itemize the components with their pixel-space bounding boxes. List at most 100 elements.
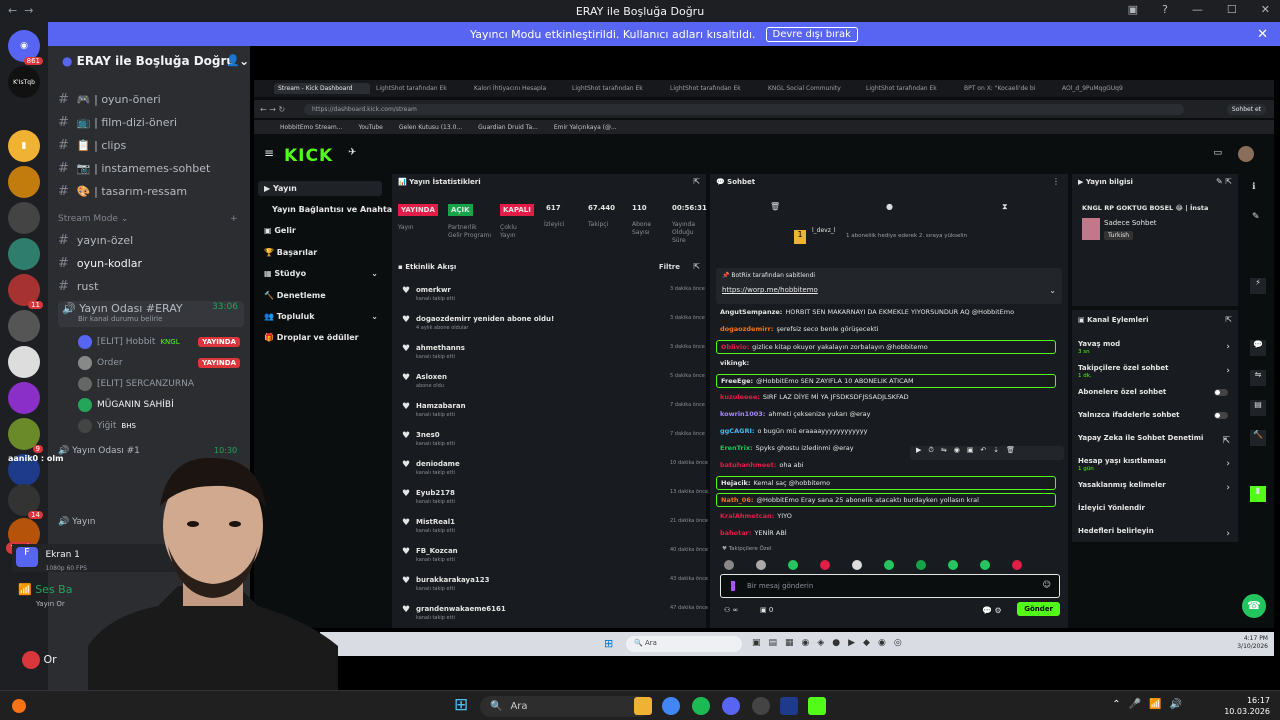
sliders-icon[interactable]: ⇋ [1250, 370, 1266, 386]
toggle-switch[interactable] [1214, 412, 1228, 419]
emote[interactable] [820, 560, 830, 570]
voice-user[interactable]: MÜGANIN SAHİBİ [78, 398, 174, 412]
bookmark[interactable]: HobbitEmo Stream... [280, 124, 342, 131]
user-panel[interactable]: Or [22, 651, 57, 669]
add-member-icon[interactable]: 👤 [226, 54, 240, 67]
channel-clips[interactable]: # 📋 | clips [58, 138, 126, 153]
nav-topluluk[interactable]: 👥 Topluluk ⌄ [264, 312, 378, 321]
nav-stream-key[interactable]: Yayın Bağlantısı ve Anahtarı [272, 205, 399, 214]
app-icon[interactable] [780, 697, 798, 715]
chat-username[interactable]: batuhanhmeet: [720, 461, 776, 469]
chat-icon[interactable]: ● [886, 202, 893, 211]
external-icon[interactable]: ⇱ [1222, 436, 1230, 446]
voice-user[interactable]: [ELIT] Hobbit KNGL YAYINDA [78, 335, 250, 349]
channel-rust[interactable]: # rust [58, 279, 98, 294]
popout-icon[interactable]: ⇱ [693, 177, 700, 186]
help-icon[interactable]: ? [1162, 3, 1168, 16]
filter-button[interactable]: Filtre [659, 263, 680, 271]
weather-icon[interactable] [12, 699, 26, 713]
server-icon[interactable]: 14 [8, 484, 43, 519]
browser-tab[interactable]: AOl_d_9PuMqgGUq9 [1058, 83, 1154, 94]
server-kick[interactable]: K'IsTqb [8, 66, 40, 98]
discord-icon[interactable] [722, 697, 740, 715]
chat-message[interactable]: ggCAGRI: o bugün mü eraaaayyyyyyyyyyyy [716, 425, 1056, 437]
server-icon[interactable] [8, 382, 40, 414]
chat-message[interactable]: AngutSempanze: HORBIT SEN MAKARNAYI DA EK… [716, 306, 1056, 318]
voice-connected-panel[interactable]: 📶 Ses Ba Yayın Or [18, 583, 72, 609]
voice-user[interactable]: [ELIT] SERCANZURNA [78, 377, 194, 391]
timer-icon[interactable]: ⧗ [1002, 202, 1008, 212]
guild-name[interactable]: ● ERAY ile Boşluğa Doğru ⌄ [62, 54, 249, 68]
chat-message[interactable]: Nath_06: @HobbitEmo Eray sana 25 abonelik… [716, 493, 1056, 507]
support-icon[interactable]: ☎ [1242, 594, 1266, 618]
toggle-switch[interactable] [1214, 389, 1228, 396]
channel-yayin-ozel[interactable]: # yayın-özel [58, 233, 133, 248]
emote[interactable] [916, 560, 926, 570]
stream-mode-category[interactable]: Stream Mode ⌄ + [58, 214, 238, 224]
channel-action[interactable]: Hesap yaşı kısıtlaması [1078, 457, 1166, 465]
channel-action[interactable]: Yalnızca ifadelerle sohbet [1078, 411, 1180, 419]
plus-icon[interactable]: + [230, 214, 238, 224]
chat-message[interactable]: Oblivio: gizlice kitap okuyor yakalayın z… [716, 340, 1056, 354]
hammer-icon[interactable]: 🔨 [1250, 430, 1266, 446]
voice-user[interactable]: Yiğit BHS [78, 419, 136, 433]
kick-app-icon[interactable] [808, 697, 826, 715]
chat-message[interactable]: Hejacik: Kemal saç @hobbitemo [716, 476, 1056, 490]
taskbar-search[interactable]: 🔍 Ara [480, 696, 650, 717]
chat-message[interactable]: bahotar: YENİR ABİ [716, 527, 1056, 539]
emote[interactable] [852, 560, 862, 570]
browser-tab[interactable]: LightShot tarafından Ek [568, 83, 664, 94]
browser-tab[interactable]: LightShot tarafından Ek [666, 83, 762, 94]
server-icon[interactable] [8, 346, 40, 378]
nav-basarilar[interactable]: 🏆 Başarılar [264, 248, 317, 257]
chat-username[interactable]: Nath_06: [721, 496, 753, 504]
popout-icon[interactable]: ⇱ [1225, 315, 1232, 324]
channel-action[interactable]: İzleyici Yönlendir [1078, 504, 1145, 512]
chevron-right-icon[interactable]: › [1226, 366, 1230, 376]
pin-icon[interactable]: ✈ [348, 147, 356, 158]
emote[interactable] [980, 560, 990, 570]
emote[interactable] [724, 560, 734, 570]
popout-icon[interactable]: ⇱ [693, 262, 700, 271]
nav-denetleme[interactable]: 🔨 Denetleme [264, 291, 326, 300]
trash-icon[interactable]: 🗑 [770, 202, 780, 211]
chat-message[interactable]: FreeEge: @HobbitEmo SEN ZAYIFLA 10 ABONEL… [716, 374, 1056, 388]
home-button[interactable]: ◉ 861 [8, 30, 43, 65]
message-mod-toolbar[interactable]: ▶⏱⇋◉▣↶⇣🗑 [910, 446, 1064, 460]
chat-input[interactable]: Bir mesaj gönderin ☺ [720, 574, 1060, 598]
emote[interactable] [788, 560, 798, 570]
server-icon[interactable] [8, 310, 40, 342]
channel-action[interactable]: Yasaklanmış kelimeler [1078, 481, 1166, 489]
windows-icon[interactable]: ⊞ [604, 637, 613, 650]
list-icon[interactable]: ▤ [1250, 400, 1266, 416]
voice-user[interactable]: Order YAYINDA [78, 356, 250, 370]
bookmark[interactable]: Emir Yalçınkaya (@... [554, 124, 617, 131]
browser-tab[interactable]: Stream - Kick Dashboard [274, 83, 370, 94]
obs-icon[interactable] [752, 697, 770, 715]
url-field[interactable]: https://dashboard.kick.com/stream [304, 103, 1184, 115]
pinned-apps[interactable]: ▣▤▦◉◈●▶◆◉◎ [752, 638, 910, 648]
chat-username[interactable]: kuzuleeee: [720, 393, 760, 401]
server-icon[interactable]: 9 [8, 418, 43, 453]
server-icon[interactable] [8, 166, 40, 198]
pinned-link[interactable]: https://worp.me/hobbitemo [722, 286, 818, 294]
chat-username[interactable]: Hejacik: [721, 479, 750, 487]
send-button[interactable]: Gönder [1017, 602, 1060, 616]
emote[interactable] [884, 560, 894, 570]
menu-icon[interactable]: ≡ [264, 146, 274, 160]
start-icon[interactable]: ⊞ [454, 695, 468, 715]
chevron-right-icon[interactable]: › [1226, 342, 1230, 352]
emote[interactable] [948, 560, 958, 570]
channel-oyun-oneri[interactable]: # 🎮 | oyun-öneri [58, 92, 161, 107]
chrome-icon[interactable] [662, 697, 680, 715]
bookmark[interactable]: Guardian Druid Ta... [478, 124, 538, 131]
chevron-right-icon[interactable]: › [1226, 529, 1230, 539]
chat-username[interactable]: AngutSempanze: [720, 308, 782, 316]
channel-oyun-kodlar[interactable]: # oyun-kodlar [58, 256, 142, 271]
chat-message[interactable]: vikingk: [716, 357, 1056, 369]
bookmark[interactable]: Gelen Kutusu (13.0... [399, 124, 462, 131]
server-icon[interactable] [8, 238, 40, 270]
chat-username[interactable]: Oblivio: [721, 343, 749, 351]
chat-message[interactable]: KralAhmetcan: YIYO [716, 510, 1056, 522]
close-button[interactable]: ✕ [1261, 3, 1270, 16]
